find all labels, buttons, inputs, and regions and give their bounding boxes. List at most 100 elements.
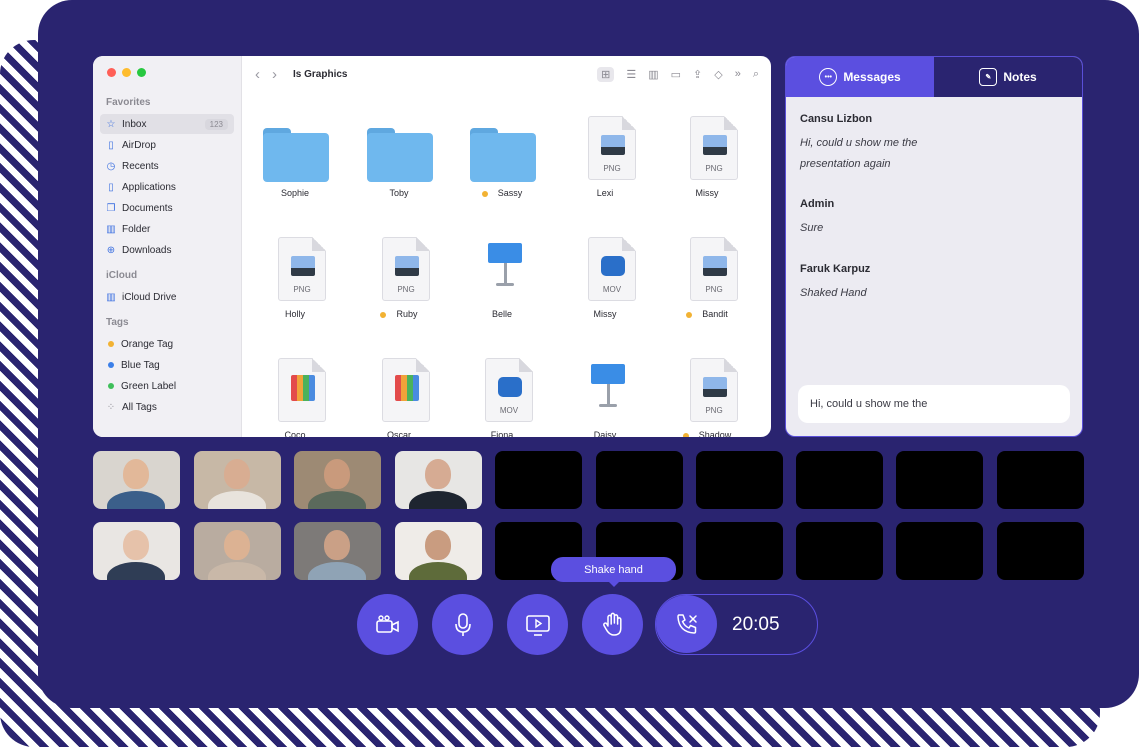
participant-video-tile[interactable]: [194, 522, 281, 580]
shake-hand-button[interactable]: [582, 594, 643, 655]
icon-view-icon[interactable]: ⊞: [597, 66, 615, 82]
empty-video-tile: [796, 451, 883, 509]
sidebar-item-applications[interactable]: ▯ Applications: [100, 177, 234, 197]
tab-label: Messages: [843, 70, 901, 84]
microphone-button[interactable]: [432, 594, 493, 655]
file-item[interactable]: PNG Missy: [655, 104, 759, 214]
close-window-button[interactable]: [107, 68, 116, 77]
tab-messages[interactable]: ••• Messages: [786, 57, 934, 97]
sidebar-item-label: iCloud Drive: [122, 291, 177, 303]
microphone-icon: [454, 612, 471, 636]
chat-message: Cansu Lizbon Hi, could u show me the pre…: [800, 113, 1060, 175]
tag-icon[interactable]: ◇: [714, 68, 722, 81]
file-item[interactable]: MOV Missy: [553, 225, 657, 335]
file-item[interactable]: PNG Shadow: [655, 346, 759, 437]
participant-video-tile[interactable]: [93, 522, 180, 580]
sidebar-item-orange-tag[interactable]: Orange Tag: [100, 334, 234, 354]
image-file-icon: PNG: [278, 237, 326, 301]
sidebar-item-label: Orange Tag: [121, 338, 174, 350]
file-extension-label: PNG: [705, 164, 723, 173]
tab-notes[interactable]: ✎ Notes: [934, 57, 1082, 97]
back-icon[interactable]: ‹: [255, 66, 260, 83]
sidebar-item-label: Downloads: [122, 244, 172, 256]
movie-file-icon: MOV: [485, 358, 533, 422]
file-name-label: Daisy: [553, 430, 657, 437]
participant-video-tile[interactable]: [395, 522, 482, 580]
sidebar-item-downloads[interactable]: ⊕ Downloads: [100, 240, 234, 260]
message-author: Admin: [800, 198, 835, 210]
empty-video-tile: [495, 451, 582, 509]
participant-avatar: [93, 451, 180, 509]
file-item[interactable]: PNG Holly: [243, 225, 347, 335]
sidebar-item-label: Inbox: [122, 118, 147, 130]
keynote-file-icon: [488, 243, 522, 299]
folder-icon: [470, 128, 536, 182]
file-name-label: Lexi: [553, 188, 657, 198]
file-name: Fiona: [490, 430, 514, 437]
inbox-count-badge: 123: [204, 118, 228, 130]
file-item[interactable]: Toby: [347, 104, 451, 214]
image-file-icon: PNG: [690, 358, 738, 422]
zoom-window-button[interactable]: [137, 68, 146, 77]
participant-avatar: [194, 522, 281, 580]
file-name-label: Oscar: [347, 430, 451, 437]
empty-video-tile: [896, 451, 983, 509]
file-name-label: Shadow: [655, 430, 759, 437]
file-name: Holly: [284, 309, 305, 319]
document-icon: ▯: [108, 139, 114, 151]
orange-tag-dot: [380, 311, 387, 318]
sidebar-item-inbox[interactable]: ☆ Inbox 123: [100, 114, 234, 134]
list-view-icon[interactable]: ☰: [626, 68, 636, 81]
file-item[interactable]: PNG Bandit: [655, 225, 759, 335]
file-item[interactable]: PNG Ruby: [347, 225, 451, 335]
file-item[interactable]: Sophie: [243, 104, 347, 214]
sidebar-item-blue-tag[interactable]: Blue Tag: [100, 355, 234, 375]
participant-video-tile[interactable]: [93, 451, 180, 509]
file-item[interactable]: MOV Fiona: [450, 346, 554, 437]
clock-icon: ◷: [106, 160, 116, 172]
sidebar-item-recents[interactable]: ◷ Recents: [100, 156, 234, 176]
sidebar-item-label: AirDrop: [122, 139, 156, 151]
search-icon[interactable]: ⌕: [753, 68, 759, 81]
file-name: Sassy: [497, 188, 523, 198]
file-item[interactable]: Coco: [243, 346, 347, 437]
sidebar-item-all-tags[interactable]: ⁘ All Tags: [100, 397, 234, 417]
share-icon[interactable]: ⇪: [693, 68, 702, 81]
camera-button[interactable]: [357, 594, 418, 655]
file-name: Shadow: [698, 430, 732, 437]
blue-tag-dot: [108, 362, 114, 368]
file-name-label: Fiona: [450, 430, 554, 437]
participant-video-tile[interactable]: [194, 451, 281, 509]
message-input[interactable]: [798, 385, 1070, 423]
sidebar-item-icloud-drive[interactable]: ▥ iCloud Drive: [100, 287, 234, 307]
participant-video-tile[interactable]: [294, 451, 381, 509]
sidebar-item-documents[interactable]: ❐ Documents: [100, 198, 234, 218]
more-icon[interactable]: »: [735, 68, 741, 80]
file-item[interactable]: PNG Lexi: [553, 104, 657, 214]
gallery-view-icon[interactable]: ▭: [671, 68, 681, 81]
file-name: Bandit: [702, 309, 728, 319]
sidebar-item-folder[interactable]: ▥ Folder: [100, 219, 234, 239]
file-name-label: Missy: [655, 188, 759, 198]
file-item[interactable]: Belle: [450, 225, 554, 335]
file-item[interactable]: Oscar: [347, 346, 451, 437]
icloud-heading: iCloud: [106, 270, 138, 281]
file-name-label: Ruby: [347, 309, 451, 319]
sidebar-item-green-label[interactable]: Green Label: [100, 376, 234, 396]
document-icon: ▯: [108, 181, 114, 193]
participant-video-tile[interactable]: [294, 522, 381, 580]
screen-share-button[interactable]: [507, 594, 568, 655]
shake-hand-tooltip: Shake hand: [551, 557, 676, 587]
empty-video-tile: [696, 451, 783, 509]
sidebar-item-airdrop[interactable]: ▯ AirDrop: [100, 135, 234, 155]
file-item[interactable]: Daisy: [553, 346, 657, 437]
sidebar-item-label: All Tags: [122, 401, 157, 413]
column-view-icon[interactable]: ▥: [648, 68, 658, 81]
forward-icon[interactable]: ›: [272, 66, 277, 83]
end-call-button[interactable]: [656, 595, 717, 653]
sidebar-item-label: Recents: [122, 160, 159, 172]
participant-video-tile[interactable]: [395, 451, 482, 509]
file-name-label: Sophie: [243, 188, 347, 198]
minimize-window-button[interactable]: [122, 68, 131, 77]
file-item[interactable]: Sassy: [450, 104, 554, 214]
